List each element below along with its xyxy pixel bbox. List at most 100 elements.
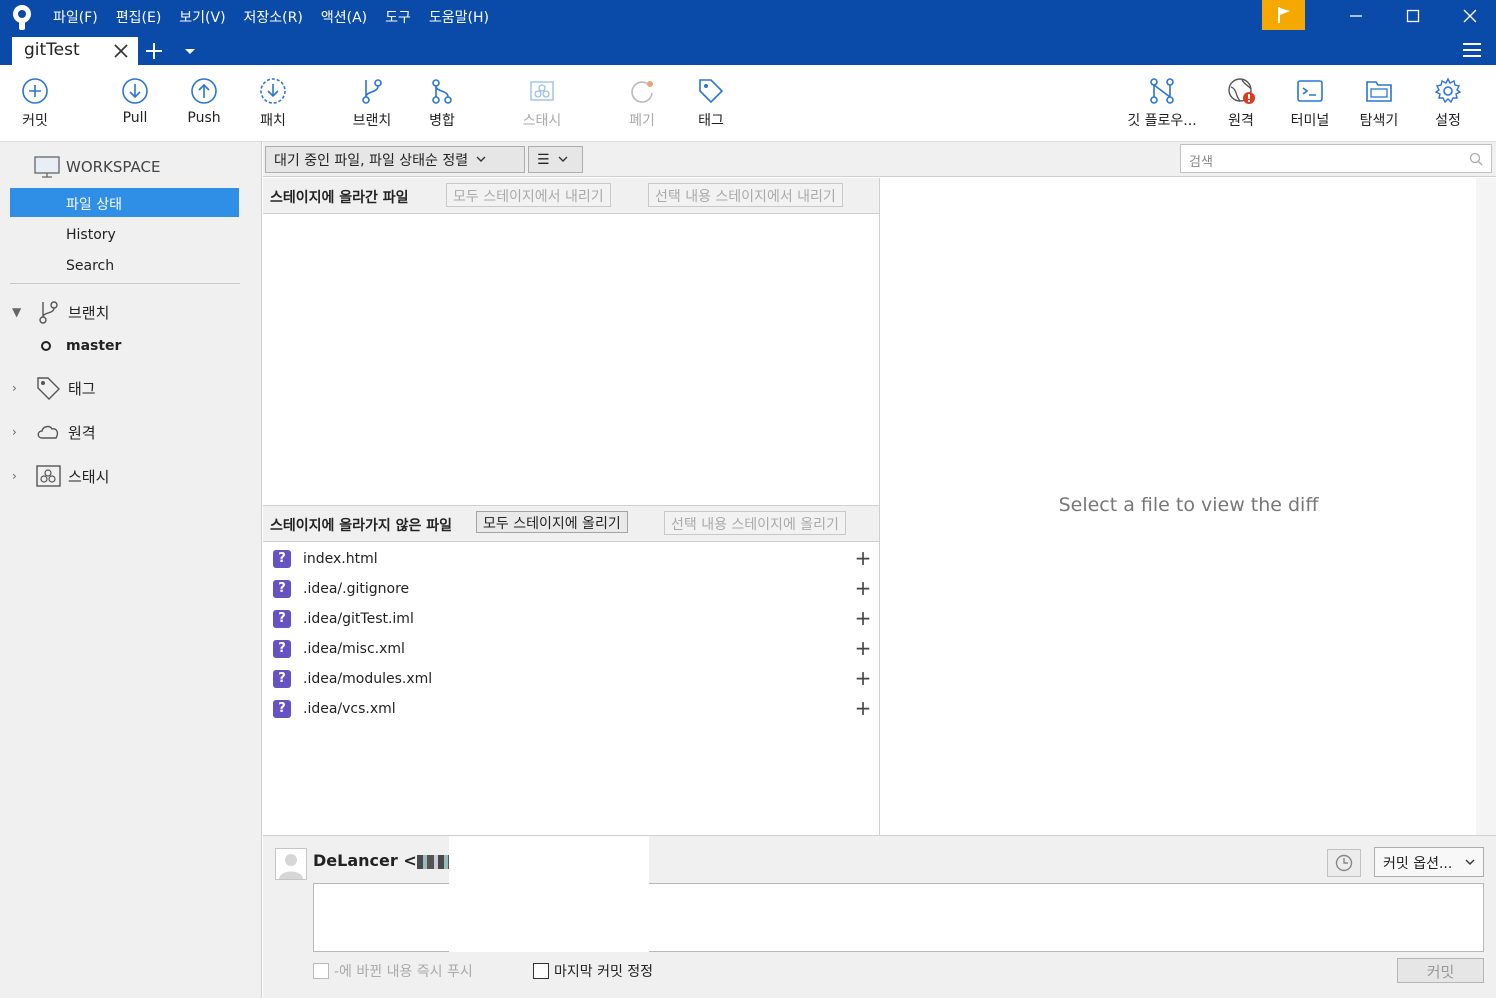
menu-edit[interactable]: 편집(E) [116,7,162,27]
menu-file[interactable]: 파일(F) [53,7,98,27]
settings-button[interactable]: 설정 [1413,77,1483,130]
discard-button[interactable]: 폐기 [607,77,677,130]
pending-files-sort-select[interactable]: 대기 중인 파일, 파일 상태순 정렬 [265,146,525,173]
search-input[interactable]: 검색 [1180,144,1492,173]
tab-close-icon[interactable] [113,43,129,59]
unstaged-files-header: 스테이지에 올라가지 않은 파일 모두 스테이지에 올리기 선택 내용 스테이지… [263,506,879,542]
maximize-button[interactable] [1401,4,1425,28]
tag-button[interactable]: 태그 [676,77,746,130]
sidebar-group-remotes[interactable]: › 원격 [12,420,96,444]
view-mode-select[interactable]: ☰ [528,146,583,173]
checkbox-box[interactable] [313,963,329,979]
stage-file-plus-icon[interactable]: + [853,578,873,599]
staged-files-title: 스테이지에 올라간 파일 [270,190,409,206]
sidebar-group-tags[interactable]: › 태그 [12,376,96,400]
chevron-right-icon[interactable]: › [12,381,28,395]
push-label: Push [187,110,221,126]
discard-label: 폐기 [629,113,655,129]
chevron-right-icon[interactable]: › [12,425,28,439]
remote-label: 원격 [1228,113,1254,129]
menu-tools[interactable]: 도구 [385,7,411,27]
branch-master[interactable]: master [40,338,121,354]
unstage-selected-button[interactable]: 선택 내용 스테이지에서 내리기 [648,183,843,207]
stage-file-plus-icon[interactable]: + [853,668,873,689]
stage-file-plus-icon[interactable]: + [853,698,873,719]
unstaged-files-title: 스테이지에 올라가지 않은 파일 [270,518,453,534]
settings-label: 설정 [1435,113,1461,129]
stage-file-plus-icon[interactable]: + [853,608,873,629]
untracked-file-icon: ? [273,670,291,688]
add-tab-icon[interactable] [144,41,164,61]
cloud-icon [37,425,59,439]
terminal-button[interactable]: 터미널 [1275,77,1345,130]
pending-sort-value: 대기 중인 파일, 파일 상태순 정렬 [274,152,469,169]
amend-last-commit-checkbox[interactable]: 마지막 커밋 정정 [533,961,653,981]
stage-file-plus-icon[interactable]: + [853,548,873,569]
tag-icon [37,377,60,400]
patch-icon [260,78,286,104]
minimize-button[interactable] [1344,4,1368,28]
hamburger-menu-icon[interactable] [1462,42,1482,58]
commit-history-button[interactable] [1327,849,1361,877]
stash-button[interactable]: 스태시 [507,77,577,130]
sidebar-group-branches[interactable]: ▼ 브랜치 [12,300,109,324]
chevron-right-icon[interactable]: › [12,469,28,483]
remote-button[interactable]: 원격 [1206,77,1276,130]
sidebar: WORKSPACE 파일 상태 History Search ▼ 브랜치 mas… [0,142,262,998]
minimize-icon [1350,15,1362,17]
globe-warning-icon [1228,78,1255,104]
pull-button[interactable]: Pull [100,77,170,126]
commit-button[interactable]: 커밋 [0,77,70,130]
stage-selected-button[interactable]: 선택 내용 스테이지에 올리기 [664,511,846,535]
close-window-button[interactable] [1458,4,1482,28]
workspace-label: WORKSPACE [66,158,161,176]
chevron-down-icon[interactable]: ▼ [12,305,28,319]
gitflow-button[interactable]: 깃 플로우... [1127,77,1197,130]
sidebar-divider [10,283,240,284]
commit-submit-button[interactable]: 커밋 [1397,958,1484,983]
file-name: .idea/.gitignore [303,581,410,597]
stage-file-plus-icon[interactable]: + [853,638,873,659]
file-name: .idea/gitTest.iml [303,611,414,627]
current-branch-icon [41,341,51,351]
sourcetree-logo-icon [13,5,31,30]
sidebar-group-stashes[interactable]: › 스태시 [12,464,109,488]
merge-label: 병합 [429,113,455,129]
checkbox-box[interactable] [533,963,549,979]
menu-repository[interactable]: 저장소(R) [244,7,303,27]
menu-view[interactable]: 보기(V) [179,7,225,27]
menu-actions[interactable]: 액션(A) [321,7,367,27]
flag-button[interactable] [1262,0,1305,30]
sidebar-item-search[interactable]: Search [10,252,239,281]
commit-area: DeLancer < 커밋 옵션... -에 바뀐 내용 즉시 푸시 마지막 커… [263,835,1496,998]
branch-button[interactable]: 브랜치 [337,77,407,130]
diff-placeholder: Select a file to view the diff [1058,494,1319,516]
file-row[interactable]: ? .idea/misc.xml + [273,634,873,664]
unstage-all-button[interactable]: 모두 스테이지에서 내리기 [446,183,611,207]
chevron-down-icon[interactable] [184,48,196,56]
sidebar-item-history[interactable]: History [10,221,239,250]
push-immediately-checkbox[interactable]: -에 바뀐 내용 즉시 푸시 [313,961,473,981]
file-row[interactable]: ? .idea/modules.xml + [273,664,873,694]
patch-button[interactable]: 패치 [238,77,308,130]
stage-all-button[interactable]: 모두 스테이지에 올리기 [476,511,628,533]
file-row[interactable]: ? index.html + [273,544,873,574]
menu-help[interactable]: 도움말(H) [429,7,489,27]
merge-button[interactable]: 병합 [407,77,477,130]
title-bar: 파일(F) 편집(E) 보기(V) 저장소(R) 액션(A) 도구 도움말(H)… [0,0,1496,65]
file-row[interactable]: ? .idea/.gitignore + [273,574,873,604]
diff-scrollbar[interactable] [1476,178,1496,835]
file-row[interactable]: ? .idea/gitTest.iml + [273,604,873,634]
staged-files-header: 스테이지에 올라간 파일 모두 스테이지에서 내리기 선택 내용 스테이지에서 … [263,178,879,214]
file-row[interactable]: ? .idea/vcs.xml + [273,694,873,724]
commit-options-select[interactable]: 커밋 옵션... [1374,847,1484,877]
explorer-button[interactable]: 탐색기 [1344,77,1414,130]
push-button[interactable]: Push [169,77,239,126]
branches-label: 브랜치 [68,303,110,322]
plus-circle-icon [22,78,48,104]
tags-label: 태그 [68,379,96,398]
author-name: DeLancer < [313,851,417,870]
sidebar-item-file-status[interactable]: 파일 상태 [10,188,239,217]
search-placeholder: 검색 [1189,155,1213,170]
explorer-label: 탐색기 [1359,113,1399,129]
